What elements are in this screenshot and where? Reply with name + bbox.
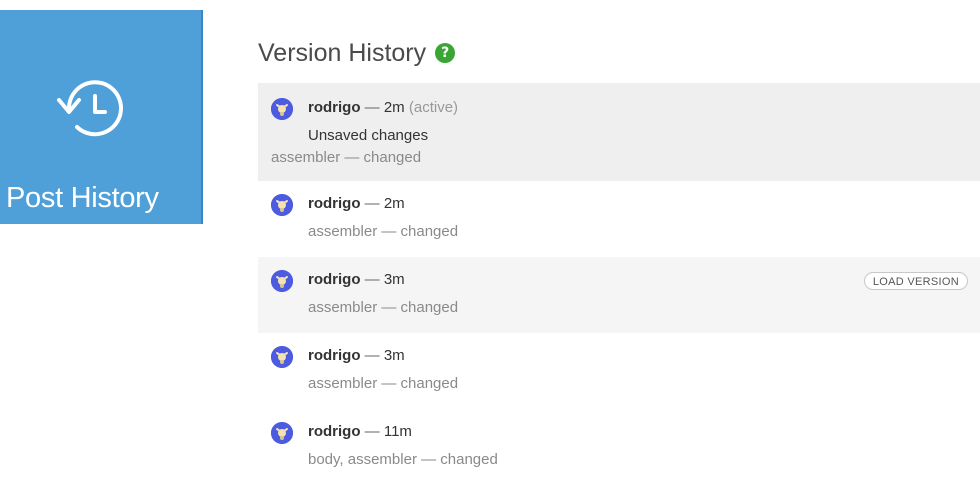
version-state: (active)	[408, 99, 459, 116]
load-version-button[interactable]: LOAD VERSION	[863, 272, 968, 290]
version-time: 2m	[383, 99, 405, 116]
version-header: rodrigo — 3m	[308, 271, 405, 288]
version-list: rodrigo — 2m (active) Unsaved changes as…	[258, 83, 980, 485]
version-item[interactable]: rodrigo — 2m assembler — changed	[258, 181, 980, 257]
avatar	[271, 194, 293, 216]
version-header: rodrigo — 2m (active)	[308, 99, 458, 116]
version-item-active[interactable]: rodrigo — 2m (active) Unsaved changes as…	[258, 83, 980, 181]
page-title: Version History	[258, 38, 427, 67]
version-user: rodrigo	[308, 423, 361, 440]
version-changes: assembler — changed	[271, 149, 422, 166]
version-user: rodrigo	[308, 347, 361, 364]
version-item[interactable]: rodrigo — 11m body, assembler — changed	[258, 409, 980, 485]
version-separator: —	[364, 271, 380, 288]
avatar	[271, 346, 293, 368]
version-user: rodrigo	[308, 271, 361, 288]
avatar	[271, 422, 293, 444]
version-header: rodrigo — 11m	[308, 423, 412, 440]
version-separator: —	[364, 423, 380, 440]
avatar	[271, 270, 293, 292]
version-item[interactable]: rodrigo — 3m assembler — changed	[258, 333, 980, 409]
version-changes: assembler — changed	[308, 375, 459, 392]
version-changes: assembler — changed	[308, 223, 459, 240]
history-clock-icon	[57, 80, 123, 137]
version-time: 3m	[383, 271, 405, 288]
user-avatar-icon	[271, 422, 293, 444]
version-history-panel: Version History ? rodrigo — 2m (active) …	[258, 34, 980, 468]
user-avatar-icon	[271, 194, 293, 216]
user-avatar-icon	[271, 98, 293, 120]
version-changes: assembler — changed	[308, 299, 459, 316]
version-time: 2m	[383, 195, 405, 212]
unsaved-note: Unsaved changes	[308, 127, 429, 144]
version-changes: body, assembler — changed	[308, 451, 498, 468]
help-icon[interactable]: ?	[435, 43, 456, 63]
version-time: 11m	[383, 423, 412, 440]
page: Post History Version History ? rodrigo —…	[0, 0, 980, 489]
version-item-hovered[interactable]: rodrigo — 3m assembler — changed LOAD VE…	[258, 257, 980, 333]
version-separator: —	[364, 347, 380, 364]
user-avatar-icon	[271, 346, 293, 368]
version-header: rodrigo — 3m	[308, 347, 405, 364]
version-user: rodrigo	[308, 195, 361, 212]
avatar	[271, 98, 293, 120]
version-separator: —	[364, 99, 380, 116]
panel-header: Version History ?	[258, 34, 980, 72]
post-history-tile[interactable]: Post History	[0, 10, 203, 224]
user-avatar-icon	[271, 270, 293, 292]
tile-label: Post History	[6, 182, 159, 214]
version-time: 3m	[383, 347, 405, 364]
version-separator: —	[364, 195, 380, 212]
version-header: rodrigo — 2m	[308, 195, 405, 212]
version-user: rodrigo	[308, 99, 361, 116]
